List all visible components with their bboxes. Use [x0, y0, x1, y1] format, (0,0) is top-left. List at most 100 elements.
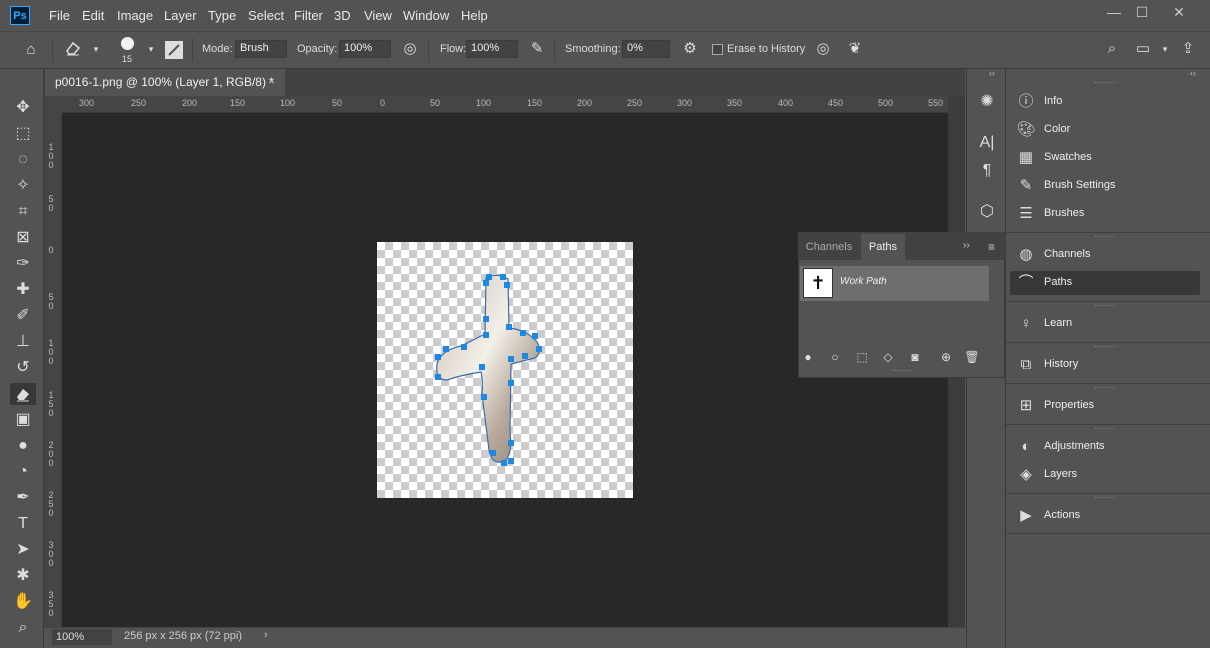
drag-handle[interactable]	[1094, 236, 1116, 239]
airbrush-icon[interactable]: ✎	[527, 39, 547, 59]
panel-history[interactable]: ⧉ History	[1010, 353, 1200, 377]
hand-tool-icon[interactable]: ✋	[10, 591, 36, 613]
blur-tool-icon[interactable]: ●	[10, 435, 36, 457]
menu-view[interactable]: View	[364, 8, 392, 23]
chevron-right-icon[interactable]: ›	[264, 629, 268, 641]
collapse-dock-icon[interactable]: ‹‹	[989, 68, 995, 78]
crop-tool-icon[interactable]: ⌗	[10, 201, 36, 223]
eraser-tool-icon[interactable]	[10, 383, 36, 405]
smoothing-field[interactable]: 0%	[622, 40, 670, 58]
document-canvas[interactable]	[377, 242, 633, 498]
tab-paths[interactable]: Paths	[861, 234, 905, 260]
zoom-level-field[interactable]: 100%	[52, 629, 112, 645]
panel-adjustments[interactable]: ◐ Adjustments	[1010, 435, 1200, 459]
pressure-size-icon[interactable]: ◎	[813, 39, 833, 59]
fill-path-icon[interactable]: ●	[800, 349, 816, 365]
menu-layer[interactable]: Layer	[164, 8, 197, 23]
shape-tool-icon[interactable]: ✱	[10, 565, 36, 587]
close-button[interactable]: ✕	[1166, 4, 1192, 22]
paragraph-icon[interactable]: ¶	[976, 160, 998, 182]
panel-layers[interactable]: ◈ Layers	[1010, 463, 1200, 487]
panel-actions[interactable]: ▶ Actions	[1010, 504, 1200, 528]
document-info[interactable]: 256 px x 256 px (72 ppi)	[124, 630, 242, 642]
mode-select[interactable]: Brush	[235, 40, 287, 58]
panel-learn[interactable]: ♀ Learn	[1010, 312, 1200, 336]
stroke-path-icon[interactable]: ○	[827, 349, 843, 365]
brush-panel-toggle-icon[interactable]	[165, 41, 183, 59]
3d-cube-icon[interactable]: ⬡	[976, 201, 998, 223]
panel-properties[interactable]: ⊞ Properties	[1010, 394, 1200, 418]
drag-handle[interactable]	[1094, 82, 1116, 85]
home-icon[interactable]: ⌂	[21, 40, 41, 60]
opacity-field[interactable]: 100%	[339, 40, 391, 58]
symmetry-icon[interactable]: ❦	[845, 39, 865, 59]
menu-3d[interactable]: 3D	[334, 8, 351, 23]
flow-field[interactable]: 100%	[466, 40, 518, 58]
erase-history-checkbox[interactable]	[712, 44, 723, 55]
collapse-panel-icon[interactable]: ››	[963, 240, 970, 251]
add-mask-icon[interactable]: ◙	[907, 349, 923, 365]
horizontal-ruler[interactable]: 300 250 200 150 100 50 0 50 100 150 200 …	[62, 96, 948, 113]
share-icon[interactable]: ⇪	[1178, 39, 1198, 59]
3d-transform-icon[interactable]: ✺	[976, 91, 998, 113]
path-name[interactable]: Work Path	[840, 276, 887, 287]
chevron-down-icon[interactable]: ▾	[86, 39, 106, 59]
menu-edit[interactable]: Edit	[82, 8, 104, 23]
menu-window[interactable]: Window	[403, 8, 449, 23]
tab-channels[interactable]: Channels	[800, 234, 858, 260]
stamp-tool-icon[interactable]: ⊥	[10, 331, 36, 353]
type-tool-icon[interactable]: T	[10, 513, 36, 535]
zoom-tool-icon[interactable]: ⌕	[10, 617, 36, 639]
menu-filter[interactable]: Filter	[294, 8, 323, 23]
close-tab-icon[interactable]: ×	[268, 74, 275, 88]
minimize-button[interactable]: —	[1101, 4, 1127, 22]
chevron-down-icon[interactable]: ▾	[1155, 39, 1175, 59]
chevron-down-icon[interactable]: ▾	[141, 39, 161, 59]
marquee-tool-icon[interactable]: ⬚	[10, 123, 36, 145]
healing-brush-tool-icon[interactable]: ✚	[10, 279, 36, 301]
pressure-opacity-icon[interactable]: ◎	[400, 39, 420, 59]
frame-tool-icon[interactable]: ⊠	[10, 227, 36, 249]
move-tool-icon[interactable]: ✥	[10, 97, 36, 119]
collapse-right-dock-icon[interactable]: ‹‹	[1190, 68, 1196, 78]
quick-selection-tool-icon[interactable]: ✧	[10, 175, 36, 197]
eyedropper-tool-icon[interactable]: ✑	[10, 253, 36, 275]
panel-brushes[interactable]: ☰ Brushes	[1010, 202, 1200, 226]
menu-image[interactable]: Image	[117, 8, 153, 23]
menu-help[interactable]: Help	[461, 8, 488, 23]
brush-tool-icon[interactable]: ✐	[10, 305, 36, 327]
panel-menu-icon[interactable]: ≡	[988, 240, 995, 254]
menu-select[interactable]: Select	[248, 8, 284, 23]
brush-preview-icon[interactable]	[121, 37, 134, 50]
vertical-ruler[interactable]: 1 0 0 5 0 0 5 0 1 0 0 1 5 0 2 0 0 2 5 0 …	[44, 113, 62, 627]
search-icon[interactable]: ⌕	[1102, 39, 1122, 59]
new-path-icon[interactable]: ⊕	[938, 349, 954, 365]
drag-handle[interactable]	[892, 370, 914, 373]
eraser-tool-preset-icon[interactable]	[63, 39, 83, 59]
make-work-path-icon[interactable]: ◇	[880, 349, 896, 365]
panel-swatches[interactable]: ▦ Swatches	[1010, 146, 1200, 170]
trash-icon[interactable]: 🗑︎	[964, 349, 980, 365]
path-selection-tool-icon[interactable]: ➤	[10, 539, 36, 561]
gear-icon[interactable]: ⚙	[680, 39, 700, 59]
character-icon[interactable]: A|	[976, 132, 998, 154]
panel-paths[interactable]: ⌒ Paths	[1010, 271, 1200, 295]
drag-handle[interactable]	[1094, 346, 1116, 349]
pen-tool-icon[interactable]: ✒	[10, 487, 36, 509]
gradient-tool-icon[interactable]: ▣	[10, 409, 36, 431]
panel-info[interactable]: ⓘ Info	[1010, 90, 1200, 114]
panel-channels[interactable]: ◍ Channels	[1010, 243, 1200, 267]
panel-color[interactable]: 🎨︎ Color	[1010, 118, 1200, 142]
drag-handle[interactable]	[1094, 305, 1116, 308]
drag-handle[interactable]	[1094, 387, 1116, 390]
load-as-selection-icon[interactable]: ⬚	[854, 349, 870, 365]
lasso-tool-icon[interactable]: ◌	[10, 149, 36, 171]
panel-brush-settings[interactable]: ✎ Brush Settings	[1010, 174, 1200, 198]
history-brush-tool-icon[interactable]: ↺	[10, 357, 36, 379]
menu-file[interactable]: File	[49, 8, 70, 23]
maximize-button[interactable]: ☐	[1129, 4, 1155, 22]
dodge-tool-icon[interactable]: ◔	[10, 461, 36, 483]
workspace-icon[interactable]: ▭	[1133, 39, 1153, 59]
drag-handle[interactable]	[1094, 497, 1116, 500]
menu-type[interactable]: Type	[208, 8, 236, 23]
